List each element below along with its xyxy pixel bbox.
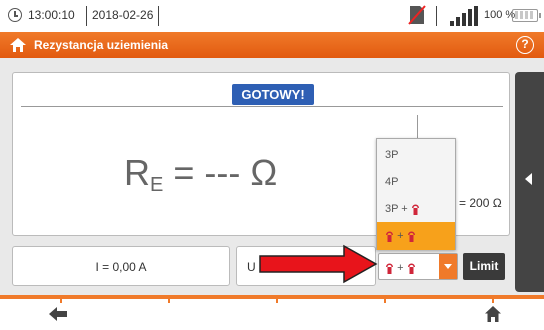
footer-tick	[384, 299, 386, 303]
result-symbol: R	[124, 152, 150, 193]
limit-button[interactable]: Limit	[463, 253, 505, 280]
limit-value: = 200 Ω	[459, 196, 502, 210]
selected-mode: +	[385, 259, 416, 275]
mode-option-3p[interactable]: 3P	[377, 141, 455, 169]
status-time: 13:00:10	[28, 8, 75, 22]
sim-card-crossed-icon	[408, 5, 426, 25]
footer-bar	[0, 295, 544, 330]
status-divider	[86, 6, 87, 26]
mode-option-2clamp[interactable]: +	[377, 222, 455, 250]
status-badge: GOTOWY!	[232, 84, 314, 105]
battery-percent: 100 %	[484, 9, 516, 21]
selected-mode-label: +	[397, 262, 404, 274]
footer-tick	[60, 299, 62, 303]
divider	[21, 106, 503, 107]
home-icon[interactable]	[484, 305, 502, 323]
status-date: 2018-02-26	[92, 8, 154, 22]
footer-tick	[168, 299, 170, 303]
chevron-down-icon[interactable]	[439, 254, 457, 279]
footer-tick	[276, 299, 278, 303]
status-divider	[436, 6, 437, 26]
home-icon[interactable]	[9, 36, 27, 54]
signal-icon	[450, 6, 478, 26]
status-divider	[158, 6, 159, 26]
title-bar: Rezystancja uziemienia ?	[0, 32, 544, 58]
status-bar: 13:00:10 2018-02-26 100 %	[0, 0, 544, 32]
mode-option-label: 3P	[385, 149, 399, 161]
mode-option-label: 3P +	[385, 203, 408, 215]
clock-icon	[8, 8, 22, 22]
screen-title: Rezystancja uziemienia	[34, 38, 169, 52]
annotation-arrow-icon	[259, 244, 378, 284]
mode-option-4p[interactable]: 4P	[377, 168, 455, 196]
mode-option-label: +	[397, 230, 404, 242]
clamp-icon	[407, 263, 415, 274]
clamp-icon	[411, 204, 419, 215]
back-arrow-icon[interactable]	[48, 306, 68, 322]
measurement-mode-select[interactable]: +	[378, 253, 458, 280]
footer-tick	[492, 299, 494, 303]
chevron-left-icon	[525, 173, 532, 185]
mode-option-label: 4P	[385, 176, 399, 188]
clamp-icon	[386, 263, 393, 274]
clamp-icon	[386, 231, 393, 242]
result-subscript: E	[150, 174, 164, 196]
current-field: I = 0,00 A	[12, 246, 230, 286]
result-readout: RE = --- Ω	[124, 152, 277, 197]
footer-stripe	[0, 295, 544, 299]
help-button[interactable]: ?	[516, 36, 534, 54]
result-value: = --- Ω	[163, 152, 278, 193]
battery-icon	[512, 9, 541, 22]
mode-dropdown: 3P 4P 3P + +	[376, 138, 456, 250]
side-panel-tab[interactable]	[515, 72, 544, 292]
mode-option-3p-clamp[interactable]: 3P +	[377, 195, 455, 223]
clamp-icon	[407, 231, 415, 242]
